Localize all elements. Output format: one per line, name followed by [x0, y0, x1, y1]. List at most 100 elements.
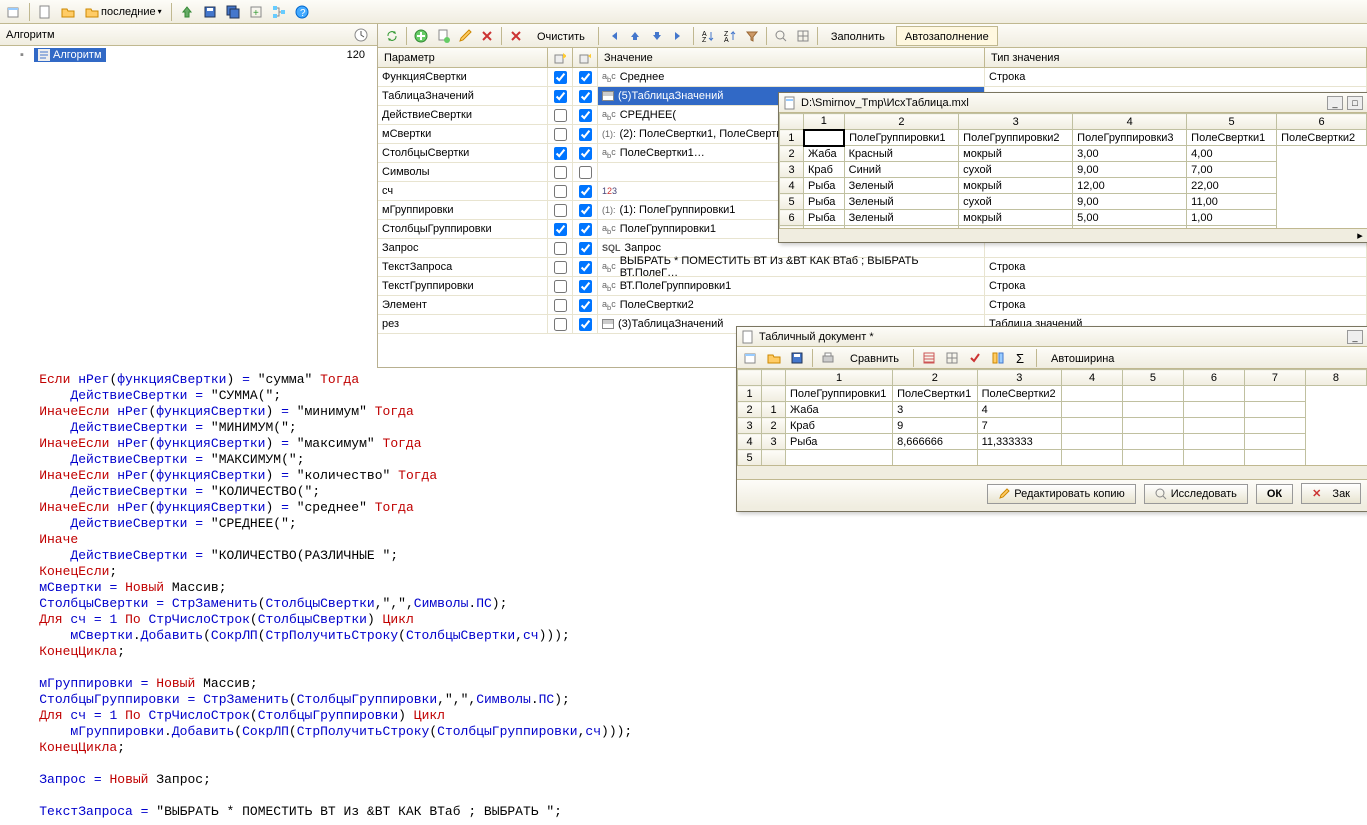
param-chk1[interactable]	[548, 87, 573, 105]
tdoc-autowidth-button[interactable]: Автоширина	[1042, 348, 1123, 368]
param-chk1[interactable]	[548, 201, 573, 219]
edit-icon[interactable]	[455, 26, 475, 46]
help-icon[interactable]: ?	[292, 2, 312, 22]
param-chk2[interactable]	[573, 144, 598, 162]
fill-button[interactable]: Заполнить	[822, 26, 894, 46]
tdoc-sum-icon[interactable]: Σ	[1011, 348, 1031, 368]
param-col-chk2[interactable]	[573, 48, 598, 67]
param-chk1[interactable]	[548, 106, 573, 124]
param-name-cell[interactable]: ТекстГруппировки	[378, 277, 548, 295]
tdoc-open-icon[interactable]	[764, 348, 784, 368]
param-name-cell[interactable]: ТекстЗапроса	[378, 258, 548, 276]
param-col-name[interactable]: Параметр	[378, 48, 548, 67]
tdoc-print-icon[interactable]	[818, 348, 838, 368]
param-chk1[interactable]	[548, 296, 573, 314]
param-value-cell[interactable]: abc ВТ.ПолеГруппировки1	[598, 277, 985, 295]
param-name-cell[interactable]: ТаблицаЗначений	[378, 87, 548, 105]
explore-button[interactable]: Исследовать	[1144, 484, 1248, 504]
param-chk2[interactable]	[573, 239, 598, 257]
tdoc-minimize-button[interactable]: _	[1347, 330, 1363, 344]
param-chk1[interactable]	[548, 239, 573, 257]
filter-icon[interactable]	[742, 26, 762, 46]
param-name-cell[interactable]: ФункцияСвертки	[378, 68, 548, 86]
param-chk1[interactable]	[548, 258, 573, 276]
param-col-type[interactable]: Тип значения	[985, 48, 1367, 67]
ok-button[interactable]: ОК	[1256, 484, 1293, 504]
param-chk2[interactable]	[573, 68, 598, 86]
param-chk2[interactable]	[573, 106, 598, 124]
save-icon[interactable]	[200, 2, 220, 22]
copy-icon[interactable]	[433, 26, 453, 46]
mxl-scrollbar[interactable]: ▸	[779, 228, 1367, 242]
clear-button[interactable]: Очистить	[528, 26, 594, 46]
sort-desc-icon[interactable]: ZA	[720, 26, 740, 46]
mxl-grid[interactable]: 1234561ПолеГруппировки1ПолеГруппировки2П…	[779, 113, 1367, 228]
param-chk1[interactable]	[548, 125, 573, 143]
delete-red-icon[interactable]	[477, 26, 497, 46]
tdoc-grid2-icon[interactable]	[942, 348, 962, 368]
mxl-titlebar[interactable]: D:\Smirnov_Tmp\ИсхТаблица.mxl _ □	[779, 93, 1367, 113]
tdoc-check-icon[interactable]	[965, 348, 985, 368]
param-chk2[interactable]	[573, 201, 598, 219]
tdoc-new-icon[interactable]	[741, 348, 761, 368]
param-value-cell[interactable]: abc Среднее	[598, 68, 985, 86]
param-chk1[interactable]	[548, 315, 573, 333]
cancel-icon[interactable]	[506, 26, 526, 46]
mxl-maximize-button[interactable]: □	[1347, 96, 1363, 110]
param-name-cell[interactable]: сч	[378, 182, 548, 200]
recent-dropdown[interactable]: последние▾	[81, 3, 166, 21]
new-file-icon[interactable]	[35, 2, 55, 22]
param-chk1[interactable]	[548, 163, 573, 181]
tdoc-save-icon[interactable]	[787, 348, 807, 368]
tdoc-grid[interactable]: 123456781ПолеГруппировки1ПолеСвертки1Пол…	[737, 369, 1367, 465]
move-down-icon[interactable]	[647, 26, 667, 46]
param-col-chk1[interactable]	[548, 48, 573, 67]
param-chk2[interactable]	[573, 315, 598, 333]
param-chk2[interactable]	[573, 296, 598, 314]
param-chk2[interactable]	[573, 258, 598, 276]
tree-area[interactable]: ▪ Алгоритм 120	[0, 46, 377, 366]
tdoc-pivot-icon[interactable]	[988, 348, 1008, 368]
up-icon[interactable]	[177, 2, 197, 22]
tree-node-root[interactable]: ▪ Алгоритм 120	[0, 46, 377, 64]
refresh-icon[interactable]	[382, 26, 402, 46]
param-chk2[interactable]	[573, 125, 598, 143]
move-first-icon[interactable]	[603, 26, 623, 46]
param-name-cell[interactable]: мСвертки	[378, 125, 548, 143]
new-tab-icon[interactable]	[4, 2, 24, 22]
sort-asc-icon[interactable]: AZ	[698, 26, 718, 46]
param-chk2[interactable]	[573, 87, 598, 105]
param-value-cell[interactable]: abc ПолеСвертки2	[598, 296, 985, 314]
move-last-icon[interactable]	[669, 26, 689, 46]
param-row[interactable]: ФункцияСверткиabc СреднееСтрока	[378, 68, 1367, 87]
param-name-cell[interactable]: СтолбцыСвертки	[378, 144, 548, 162]
clock-icon[interactable]	[351, 25, 371, 45]
tree-icon[interactable]	[269, 2, 289, 22]
tdoc-grid1-icon[interactable]	[919, 348, 939, 368]
grid-icon[interactable]	[793, 26, 813, 46]
param-chk1[interactable]	[548, 277, 573, 295]
param-name-cell[interactable]: Элемент	[378, 296, 548, 314]
add-green-icon[interactable]	[411, 26, 431, 46]
param-name-cell[interactable]: рез	[378, 315, 548, 333]
param-row[interactable]: Элементabc ПолеСвертки2Строка	[378, 296, 1367, 315]
param-name-cell[interactable]: Символы	[378, 163, 548, 181]
tdoc-titlebar[interactable]: Табличный документ * _	[737, 327, 1367, 347]
param-name-cell[interactable]: ДействиеСвертки	[378, 106, 548, 124]
param-name-cell[interactable]: СтолбцыГруппировки	[378, 220, 548, 238]
param-chk2[interactable]	[573, 163, 598, 181]
save-all-icon[interactable]	[223, 2, 243, 22]
param-name-cell[interactable]: мГруппировки	[378, 201, 548, 219]
param-name-cell[interactable]: Запрос	[378, 239, 548, 257]
param-col-value[interactable]: Значение	[598, 48, 985, 67]
param-chk1[interactable]	[548, 220, 573, 238]
tree-expand-icon[interactable]: ▪	[20, 49, 30, 61]
param-row[interactable]: ТекстЗапросаabc ВЫБРАТЬ * ПОМЕСТИТЬ ВТ И…	[378, 258, 1367, 277]
param-chk2[interactable]	[573, 277, 598, 295]
param-row[interactable]: ТекстГруппировкиabc ВТ.ПолеГруппировки1С…	[378, 277, 1367, 296]
param-chk1[interactable]	[548, 68, 573, 86]
param-chk1[interactable]	[548, 144, 573, 162]
autofill-button[interactable]: Автозаполнение	[896, 26, 998, 46]
param-chk1[interactable]	[548, 182, 573, 200]
tdoc-compare-button[interactable]: Сравнить	[841, 348, 908, 368]
